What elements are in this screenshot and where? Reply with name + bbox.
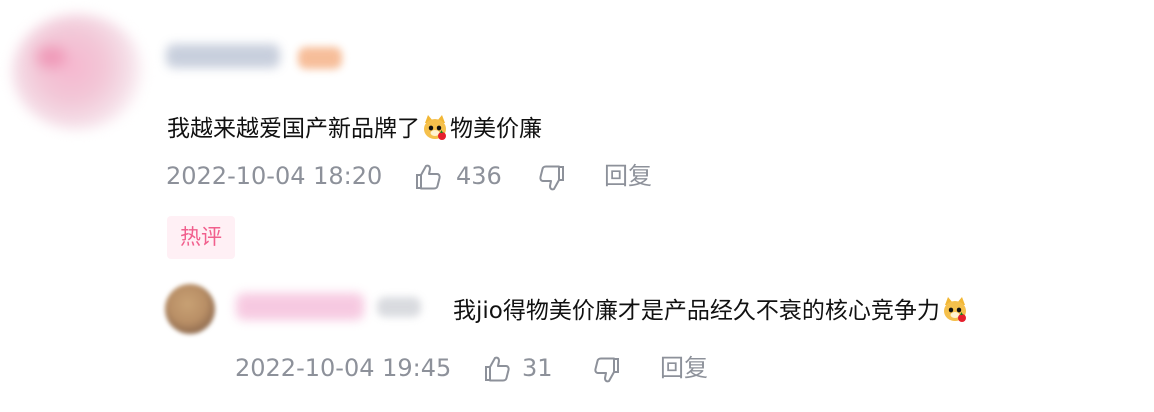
reply-button[interactable]: 回复 bbox=[604, 161, 652, 191]
reply-avatar[interactable] bbox=[165, 284, 215, 334]
avatar[interactable] bbox=[12, 14, 144, 130]
hot-comment-tag: 热评 bbox=[167, 216, 235, 259]
reply-timestamp: 2022-10-04 19:45 bbox=[235, 354, 452, 382]
comment-text-part-1: 我越来越爱国产新品牌了 bbox=[167, 116, 420, 142]
reply-reply-button[interactable]: 回复 bbox=[660, 353, 708, 383]
user-level-badge bbox=[298, 47, 342, 69]
comment-text-part-2: 物美价廉 bbox=[450, 116, 542, 142]
comment-text: 我越来越爱国产新品牌了 物美价廉 bbox=[167, 112, 542, 144]
cat-emoji-icon bbox=[420, 112, 450, 142]
reply-text-part-1: 我jio得物美价廉才是产品经久不衰的核心竞争力 bbox=[453, 298, 940, 324]
reply-like-count: 31 bbox=[522, 354, 553, 382]
thumbs-down-icon[interactable] bbox=[537, 163, 567, 193]
reply-text: 我jio得物美价廉才是产品经久不衰的核心竞争力 bbox=[453, 294, 970, 326]
thumbs-down-icon[interactable] bbox=[592, 355, 622, 385]
thumbs-up-icon[interactable] bbox=[413, 162, 443, 192]
username-blurred[interactable] bbox=[166, 44, 280, 68]
like-count: 436 bbox=[456, 162, 502, 190]
comment-timestamp: 2022-10-04 18:20 bbox=[166, 162, 383, 190]
thumbs-up-icon[interactable] bbox=[482, 354, 512, 384]
reply-username-blurred[interactable] bbox=[236, 293, 364, 320]
cat-emoji-icon bbox=[940, 294, 970, 324]
reply-user-level-badge bbox=[377, 297, 421, 317]
